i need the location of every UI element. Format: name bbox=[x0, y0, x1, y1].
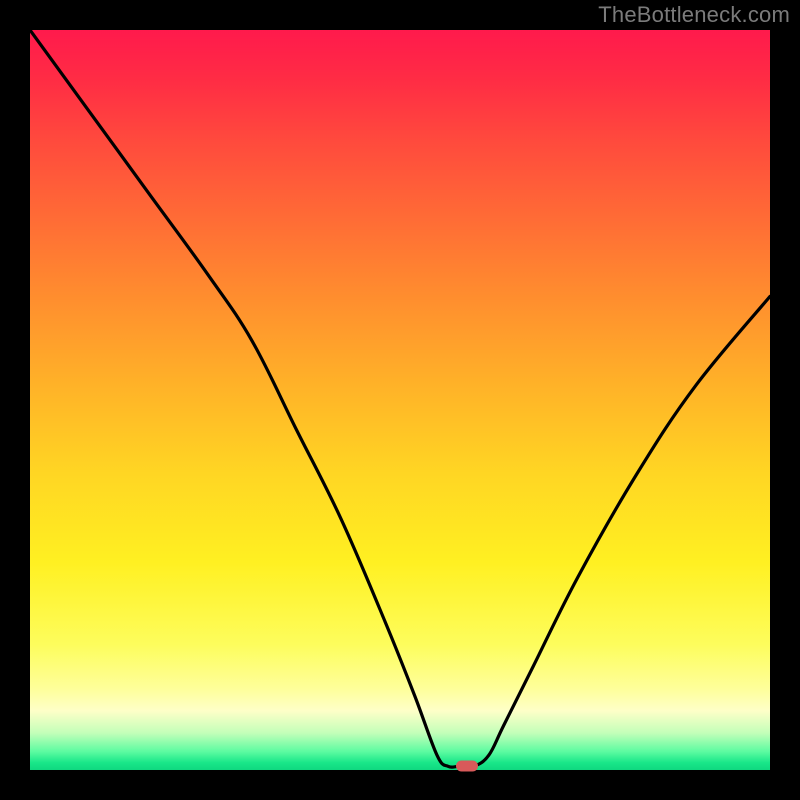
watermark-label: TheBottleneck.com bbox=[598, 2, 790, 28]
plot-area bbox=[30, 30, 770, 770]
bottleneck-curve bbox=[30, 30, 770, 770]
optimal-point-marker bbox=[456, 761, 478, 772]
chart-frame: TheBottleneck.com bbox=[0, 0, 800, 800]
